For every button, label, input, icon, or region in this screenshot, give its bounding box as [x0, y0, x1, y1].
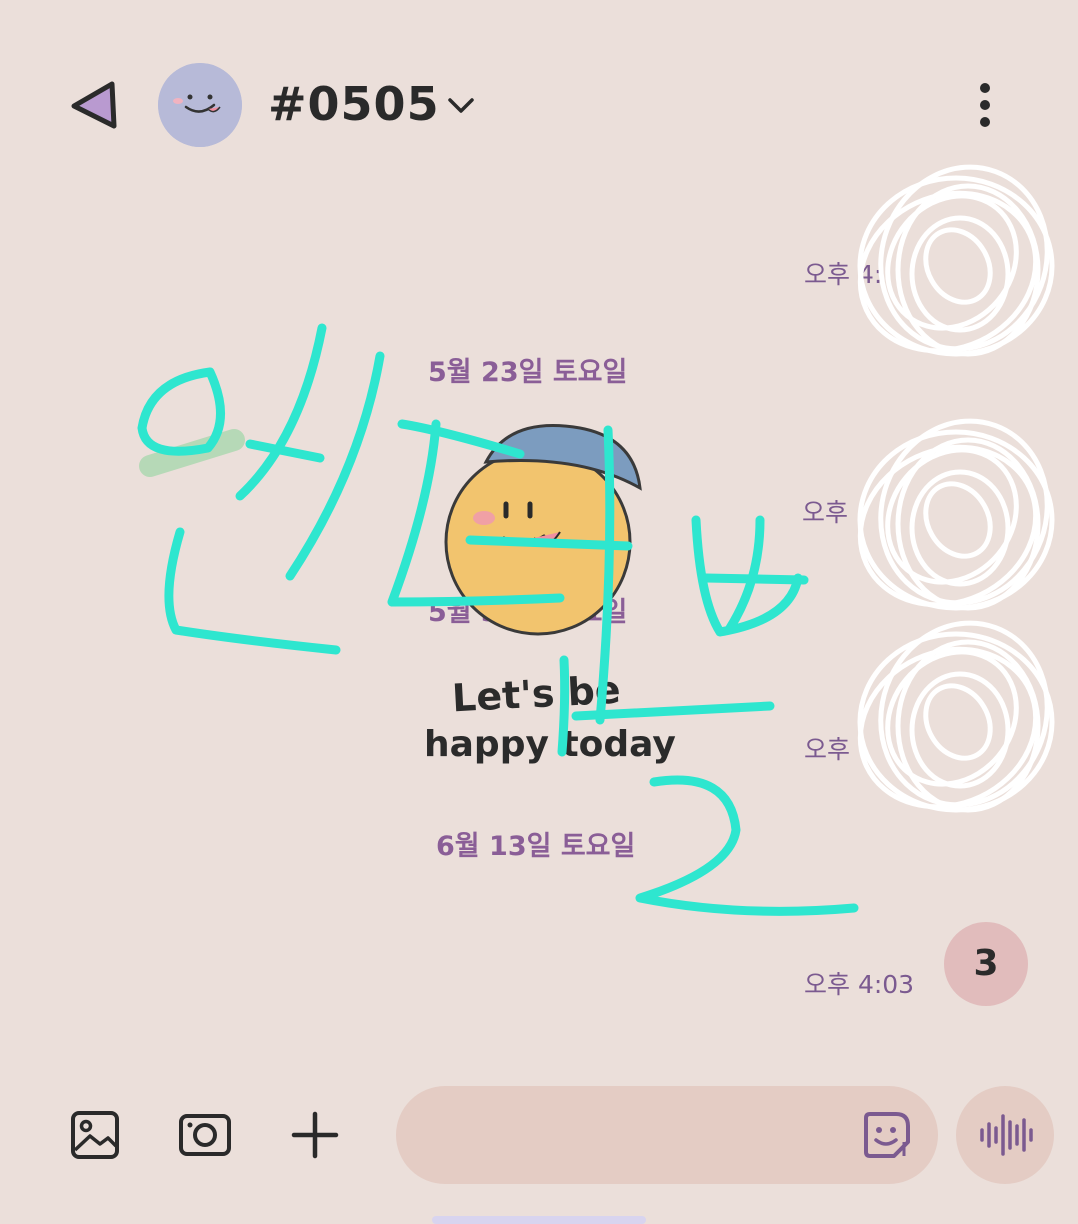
camera-icon — [179, 1114, 231, 1156]
date-divider: 6월 13일 토요일 — [436, 831, 636, 862]
sticker-message[interactable]: Let's be happy today — [420, 410, 676, 790]
back-button[interactable] — [60, 72, 130, 136]
chat-title[interactable]: #0505 — [268, 74, 440, 134]
back-triangle-icon — [71, 81, 117, 129]
scribble-redaction — [857, 418, 1055, 611]
more-vertical-icon — [980, 83, 990, 127]
sticker-emoji-icon — [864, 1112, 910, 1158]
gallery-button[interactable] — [68, 1108, 122, 1162]
date-divider: 5월 23일 토요일 — [428, 357, 628, 388]
sticker-emoji-button[interactable] — [860, 1108, 914, 1162]
smiley-face-avatar — [158, 63, 242, 147]
message-time: 오후 — [804, 735, 851, 764]
scribble-redaction — [857, 620, 1055, 813]
message-time: 오후 4:03 — [804, 970, 915, 999]
scribble-redaction — [857, 164, 1055, 357]
more-menu-button[interactable] — [960, 78, 1010, 134]
home-indicator — [432, 1216, 646, 1224]
message-input[interactable] — [396, 1086, 938, 1184]
avatar[interactable] — [158, 63, 242, 147]
message-time: 오후 — [802, 498, 849, 527]
chevron-down-icon[interactable] — [444, 88, 478, 122]
image-icon — [71, 1111, 119, 1159]
voice-message-button[interactable] — [956, 1086, 1054, 1184]
voice-waveform-icon — [980, 1114, 1033, 1156]
plus-icon — [291, 1111, 339, 1159]
attach-plus-button[interactable] — [288, 1108, 342, 1162]
unread-count-badge: 3 — [944, 922, 1028, 1006]
sticker-text-line1: Let's be — [450, 667, 622, 721]
camera-button[interactable] — [176, 1108, 234, 1162]
sticker-text-line2: happy today — [424, 724, 676, 765]
